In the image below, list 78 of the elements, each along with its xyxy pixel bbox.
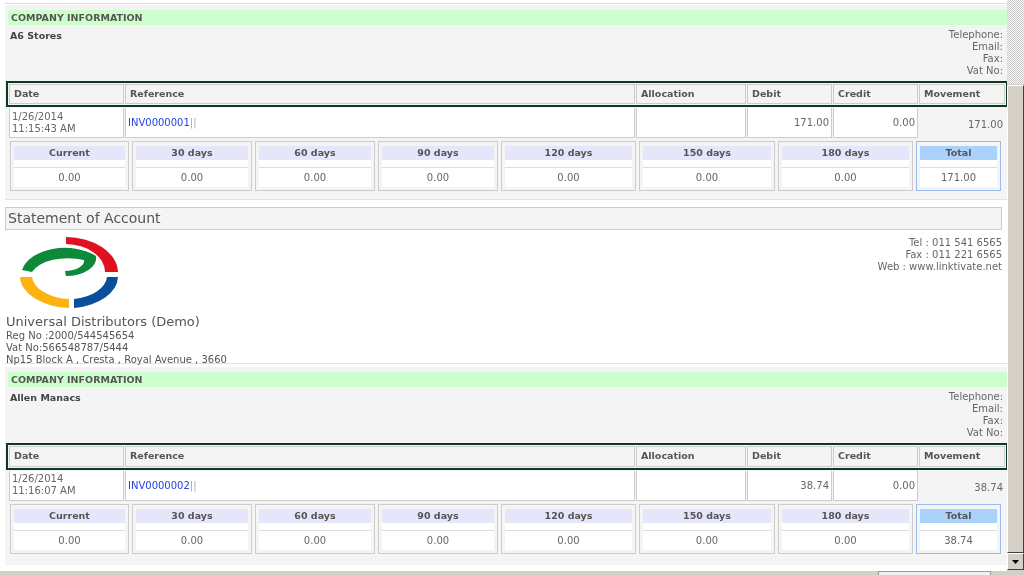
table-cell: 0.00 xyxy=(833,470,918,501)
horizontal-scrollbar[interactable] xyxy=(0,571,1024,575)
amount-text: 0.00 xyxy=(303,533,327,548)
amount-text: 0.00 xyxy=(426,533,450,548)
contact-detail: Tel : 011 541 6565 xyxy=(908,237,1002,250)
panel-heading: Current xyxy=(14,146,125,161)
column-header: Debit xyxy=(747,84,832,105)
field-label: Telephone: xyxy=(948,391,1003,404)
panel-heading: Current xyxy=(14,508,125,523)
amount-text: 0.00 xyxy=(557,171,580,186)
panel-heading: 30 days xyxy=(136,146,248,161)
section-heading: COMPANY INFORMATION xyxy=(8,372,1007,388)
panel-heading: 150 days xyxy=(643,508,771,523)
amount-text: 171.00 xyxy=(941,171,976,186)
amount-text: 0.00 xyxy=(303,171,327,186)
amount-text: 0.00 xyxy=(834,171,857,186)
column-header: Credit xyxy=(833,84,918,105)
column-header: Reference xyxy=(125,446,635,467)
separator-text: || xyxy=(189,117,197,129)
reference-link[interactable]: INV0000002 xyxy=(128,479,190,491)
table-cell: 1/26/2014 11:16:07 AM xyxy=(9,470,124,501)
contact-detail: Fax : 011 221 6565 xyxy=(905,249,1002,262)
company-name: A6 Stores xyxy=(10,29,62,43)
amount-text: 0.00 xyxy=(58,533,81,548)
column-header: Allocation xyxy=(636,84,746,105)
panel-heading: 30 days xyxy=(136,508,248,523)
column-header: Debit xyxy=(747,446,832,467)
reference-link[interactable]: INV0000001 xyxy=(128,117,190,129)
company-name: Universal Distributors (Demo) xyxy=(6,314,201,331)
table-cell: 1/26/2014 11:15:43 AM xyxy=(9,108,124,139)
company-detail: Np15 Block A , Cresta , Royal Avenue , 3660 xyxy=(6,354,227,367)
company-detail: Reg No :2000/544545654 xyxy=(6,330,136,343)
panel-heading: Total xyxy=(920,508,997,523)
field-label: Fax: xyxy=(982,53,1003,65)
panel-heading: 90 days xyxy=(382,508,494,523)
panel-heading: 90 days xyxy=(382,146,494,161)
separator-text: || xyxy=(189,479,197,491)
panel-heading: 180 days xyxy=(782,508,909,523)
panel-heading: Total xyxy=(920,146,997,161)
amount-text: 0.00 xyxy=(834,533,857,548)
panel-heading: 60 days xyxy=(259,146,371,161)
down-arrow-icon xyxy=(1012,559,1019,564)
column-header: Allocation xyxy=(636,446,746,467)
company-name: Allen Manacs xyxy=(10,391,81,406)
field-label: Email: xyxy=(971,41,1003,53)
amount-text: 0.00 xyxy=(426,171,450,186)
amount-text: 0.00 xyxy=(557,533,580,548)
column-header: Movement xyxy=(919,446,1005,467)
panel-heading: 60 days xyxy=(259,508,371,523)
statement-title: Statement of Account xyxy=(5,207,1002,231)
column-header: Reference xyxy=(125,84,635,105)
panel-heading: 120 days xyxy=(505,146,632,161)
panel-heading: 120 days xyxy=(505,508,632,523)
contact-detail: Web : www.linktivate.net xyxy=(877,261,1002,274)
column-header: Date xyxy=(9,84,124,105)
amount-text: 0.00 xyxy=(58,171,81,186)
panel-heading: 150 days xyxy=(643,146,771,161)
field-label: Fax: xyxy=(982,415,1003,428)
column-header: Date xyxy=(9,446,124,467)
field-label: Vat No: xyxy=(966,427,1003,440)
amount-text: 0.00 xyxy=(180,533,204,548)
amount-text: 38.74 xyxy=(944,533,973,548)
field-label: Telephone: xyxy=(948,29,1003,41)
field-label: Vat No: xyxy=(966,65,1003,77)
table-cell: 38.74 xyxy=(747,470,832,501)
column-header: Movement xyxy=(919,84,1005,105)
scroll-down-button[interactable] xyxy=(1007,553,1024,570)
table-cell: 171.00 xyxy=(747,108,832,139)
panel-heading: 180 days xyxy=(782,146,909,161)
table-cell: 0.00 xyxy=(833,108,918,139)
amount-text: 0.00 xyxy=(695,533,719,548)
scrollbar-thumb[interactable] xyxy=(878,571,991,575)
company-detail: Vat No:566548787/5444 xyxy=(6,342,130,355)
section-heading: COMPANY INFORMATION xyxy=(8,10,1007,25)
amount-text: 0.00 xyxy=(180,171,204,186)
column-header: Credit xyxy=(833,446,918,467)
field-label: Email: xyxy=(971,403,1003,416)
amount-text: 0.00 xyxy=(695,171,719,186)
